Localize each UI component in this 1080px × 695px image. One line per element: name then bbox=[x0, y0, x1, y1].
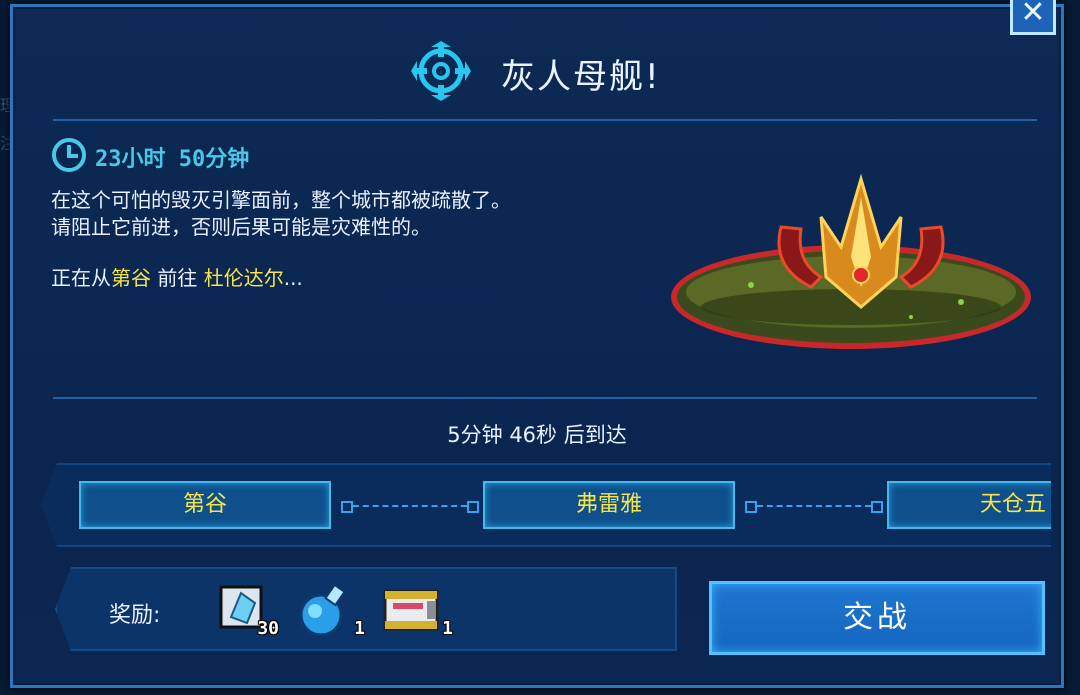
route-text: 正在从第谷 前往 杜伦达尔... bbox=[51, 262, 303, 291]
reward-quantity: 30 bbox=[257, 618, 279, 639]
route-path: 第谷 弗雷雅 天仓五 bbox=[41, 463, 1051, 547]
route-destination: 杜伦达尔 bbox=[203, 266, 284, 290]
supply-crate-icon bbox=[383, 589, 439, 631]
route-connector bbox=[341, 501, 479, 513]
close-button[interactable]: ✕ bbox=[1010, 0, 1056, 35]
clock-icon bbox=[52, 138, 86, 172]
mission-timer: 23小时 50分钟 bbox=[95, 147, 250, 172]
mothership-image bbox=[671, 173, 1031, 349]
crosshair-target-icon bbox=[411, 41, 471, 101]
connector-dot bbox=[745, 501, 757, 513]
connector-dot bbox=[341, 501, 353, 513]
content-divider bbox=[53, 397, 1037, 399]
connector-dot bbox=[467, 501, 479, 513]
arrival-countdown: 5分钟 46秒 后到达 bbox=[447, 423, 627, 447]
rewards-panel: 奖励: 30 1 1 bbox=[55, 567, 677, 651]
reward-item[interactable]: 1 bbox=[381, 583, 453, 639]
engage-button[interactable]: 交战 bbox=[709, 581, 1045, 655]
route-suffix: ... bbox=[283, 266, 303, 290]
connector-line bbox=[353, 505, 467, 507]
dialog-header: 灰人母舰! bbox=[13, 39, 1061, 105]
route-node: 弗雷雅 bbox=[483, 481, 735, 529]
route-node: 天仓五 bbox=[887, 481, 1051, 529]
connector-dot bbox=[871, 501, 883, 513]
description-line: 在这个可怕的毁灭引擎面前，整个城市都被疏散了。 bbox=[51, 188, 511, 212]
mission-description: 在这个可怕的毁灭引擎面前，整个城市都被疏散了。 请阻止它前进，否则后果可能是灾难… bbox=[51, 187, 651, 241]
reward-quantity: 1 bbox=[442, 618, 453, 639]
connector-line bbox=[757, 505, 871, 507]
route-connector bbox=[745, 501, 883, 513]
rewards-label: 奖励: bbox=[109, 603, 161, 628]
reward-item[interactable]: 1 bbox=[295, 583, 365, 639]
reward-quantity: 1 bbox=[354, 618, 365, 639]
route-node: 第谷 bbox=[79, 481, 331, 529]
mission-dialog: ✕ 灰人母舰! 23小时 50分钟 在这个可怕的毁灭引擎面前，整个城市都被疏散了… bbox=[10, 0, 1064, 688]
route-origin: 第谷 bbox=[111, 266, 151, 290]
reward-item[interactable]: 30 bbox=[217, 583, 279, 639]
route-middle: 前往 bbox=[151, 266, 204, 290]
description-line: 请阻止它前进，否则后果可能是灾难性的。 bbox=[51, 215, 431, 239]
potion-flask-icon bbox=[299, 583, 346, 637]
dialog-title: 灰人母舰! bbox=[501, 57, 661, 97]
header-divider bbox=[53, 119, 1037, 121]
route-prefix: 正在从 bbox=[51, 266, 111, 290]
